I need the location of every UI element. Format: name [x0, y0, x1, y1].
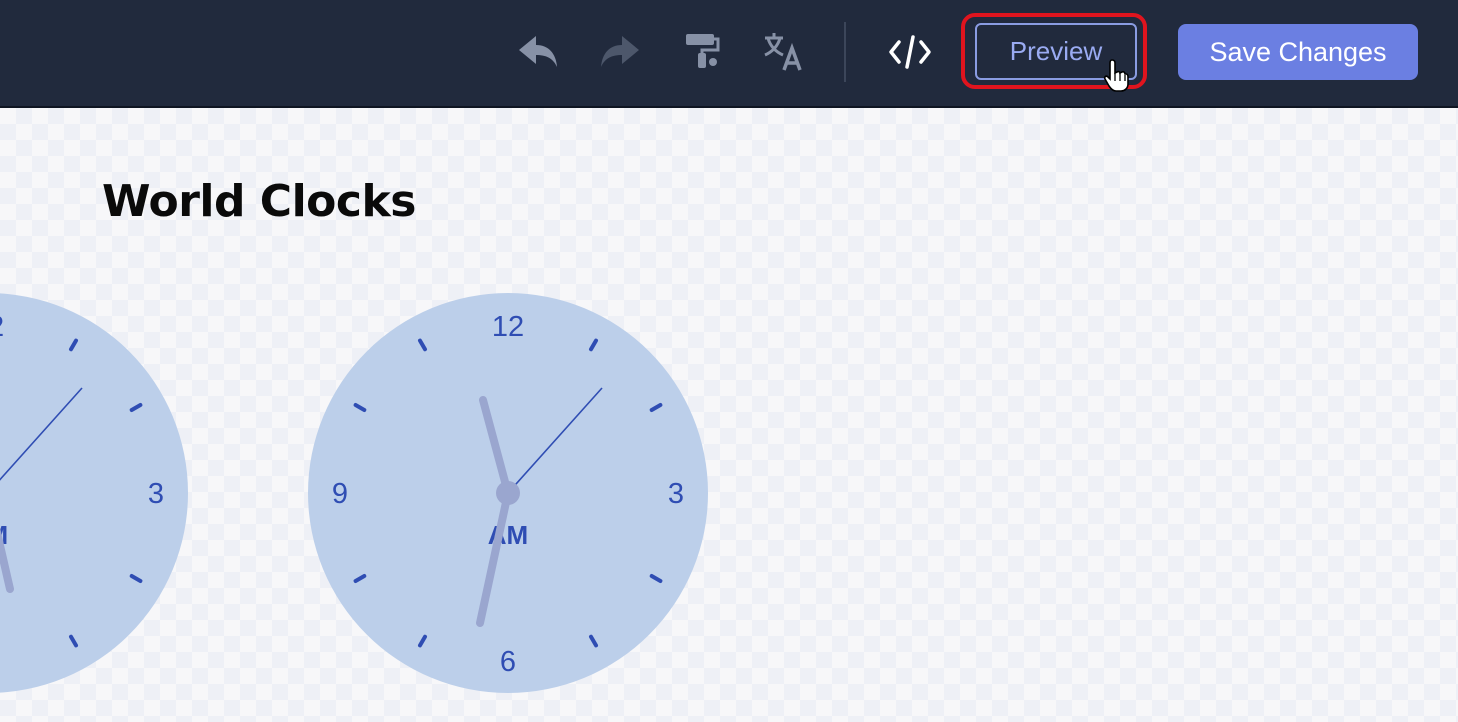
world-clock-left: 12 3 6 9 AM: [0, 293, 188, 693]
code-icon[interactable]: [888, 30, 932, 74]
toolbar-divider: [844, 22, 846, 82]
redo-icon[interactable]: [598, 30, 642, 74]
translate-icon[interactable]: [762, 30, 806, 74]
hand-cursor-icon: [1103, 58, 1129, 92]
clock-center: [496, 481, 520, 505]
clock-numeral-3: 3: [148, 478, 164, 510]
world-clock-right: 12 3 6 9 AM: [308, 293, 708, 693]
undo-icon[interactable]: [516, 30, 560, 74]
paint-roller-icon[interactable]: [680, 30, 724, 74]
clock-numeral-3: 3: [668, 478, 684, 510]
editor-canvas: World Clocks 12 3 6 9 AM: [0, 108, 1458, 722]
save-changes-button[interactable]: Save Changes: [1178, 24, 1418, 80]
clock-numeral-12: 12: [0, 311, 4, 343]
page-title: World Clocks: [102, 176, 416, 227]
clock-numeral-9: 9: [332, 478, 348, 510]
top-toolbar: Preview Save Changes: [0, 0, 1458, 108]
clock-numeral-12: 12: [492, 311, 524, 343]
clock-numeral-6: 6: [500, 646, 516, 678]
